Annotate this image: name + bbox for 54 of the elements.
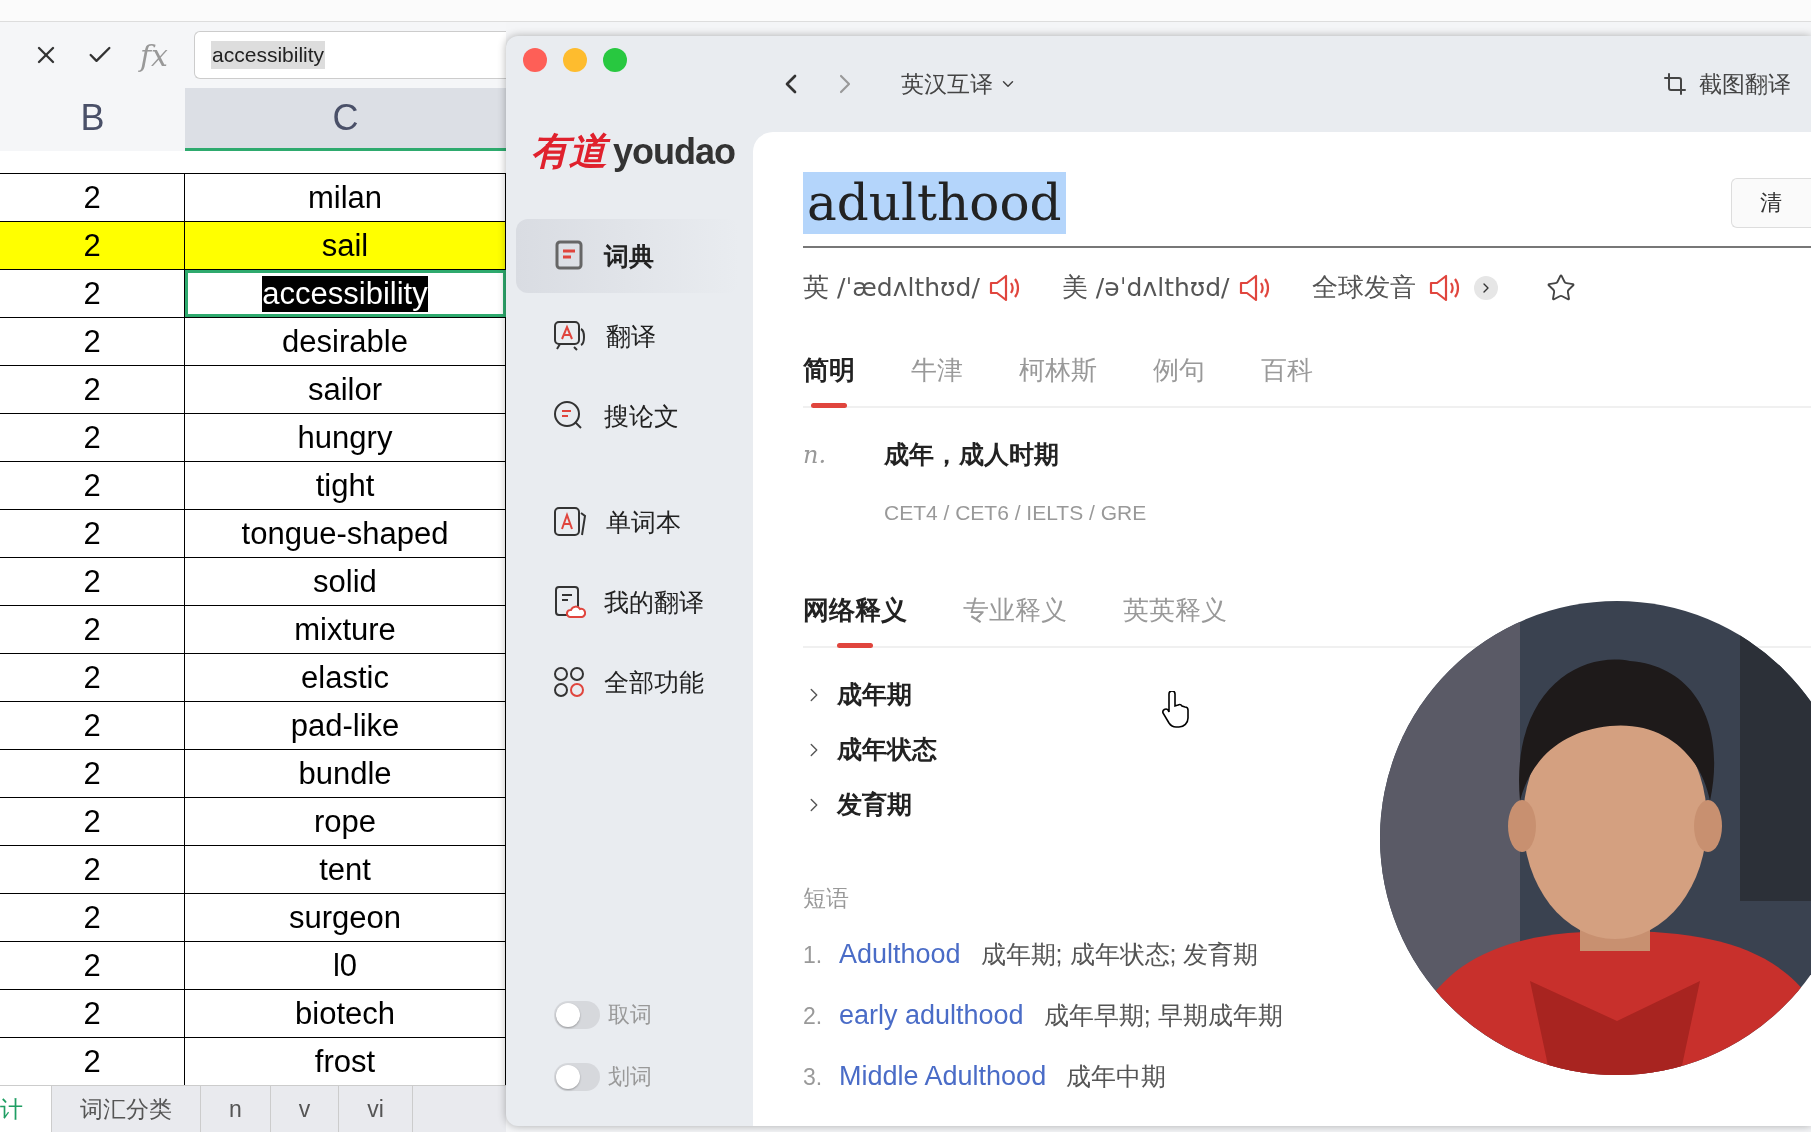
region-label: 美 — [1061, 271, 1088, 304]
hand-cursor-icon — [1160, 691, 1192, 729]
close-icon[interactable] — [523, 48, 547, 72]
search-word[interactable]: adulthood — [803, 172, 1066, 234]
apps-icon — [552, 665, 586, 699]
clear-button[interactable]: 清 — [1731, 178, 1811, 228]
crop-icon — [1663, 72, 1687, 96]
phonetic-text: /ˈædʌlthʊd/ — [837, 273, 980, 302]
active-cell: accessibility — [185, 270, 506, 317]
toggle-switch[interactable] — [554, 1063, 600, 1091]
column-header[interactable]: B — [0, 88, 185, 151]
document-cloud-icon — [552, 584, 586, 620]
region-label: 英 — [803, 271, 829, 304]
web-meaning: 发育期 — [837, 789, 912, 820]
list-number: 1. — [803, 942, 819, 969]
sidebar-item[interactable]: 搜论文 — [516, 379, 739, 453]
phrase-link[interactable]: Middle Adulthood — [839, 1061, 1047, 1092]
global-pronunciation-label: 全球发音 — [1311, 271, 1416, 304]
screenshot-translate-button[interactable]: 截图翻译 — [1663, 68, 1791, 100]
dictionary-tab[interactable]: 简明 — [803, 353, 855, 406]
speaker-icon[interactable] — [1427, 272, 1462, 303]
logo-text: youdao — [613, 131, 735, 173]
toggle-switch[interactable] — [554, 1001, 600, 1029]
sidebar-item[interactable]: 全部功能 — [516, 645, 739, 719]
phrase-link[interactable]: Adulthood — [839, 939, 961, 970]
phonetic-text: /əˈdʌlthʊd/ — [1095, 273, 1230, 302]
section-title: 短语 — [803, 884, 850, 913]
sidebar-item[interactable]: 我的翻译 — [516, 565, 739, 639]
star-icon[interactable] — [1545, 272, 1576, 303]
phrase-meaning: 成年中期 — [1066, 1061, 1167, 1092]
part-of-speech: n. — [803, 441, 828, 469]
speaker-icon[interactable] — [1237, 272, 1272, 303]
phrase-link[interactable]: early adulthood — [839, 1000, 1024, 1031]
definition-tab[interactable]: 网络释义 — [803, 593, 907, 646]
formula-field[interactable]: accessibility — [194, 31, 506, 79]
phrase-meaning: 成年期; 成年状态; 发育期 — [980, 939, 1259, 970]
list-number: 3. — [803, 1064, 819, 1091]
sidebar-item[interactable]: 翻译 — [516, 299, 739, 373]
more-button[interactable] — [1473, 275, 1498, 300]
vocabulary-book-icon — [552, 505, 588, 539]
toggle-label: 取词 — [608, 1001, 652, 1029]
sheet-tab[interactable]: 计 — [0, 1086, 52, 1132]
definition-text: 成年，成人时期 — [884, 439, 1059, 470]
speaker-icon[interactable] — [987, 272, 1022, 303]
web-meaning: 成年状态 — [837, 734, 937, 765]
list-number: 2. — [803, 1003, 819, 1030]
toggle-label: 划词 — [608, 1063, 652, 1091]
exam-tags: CET4 / CET6 / IELTS / GRE — [884, 501, 1811, 525]
web-meaning: 成年期 — [837, 679, 912, 710]
language-dropdown[interactable]: 英汉互译 — [901, 68, 1017, 100]
phrase-meaning: 成年早期; 早期成年期 — [1043, 1000, 1283, 1031]
column-header[interactable]: C — [185, 88, 506, 151]
sidebar-item[interactable]: 单词本 — [516, 485, 739, 559]
translate-icon — [552, 319, 588, 353]
